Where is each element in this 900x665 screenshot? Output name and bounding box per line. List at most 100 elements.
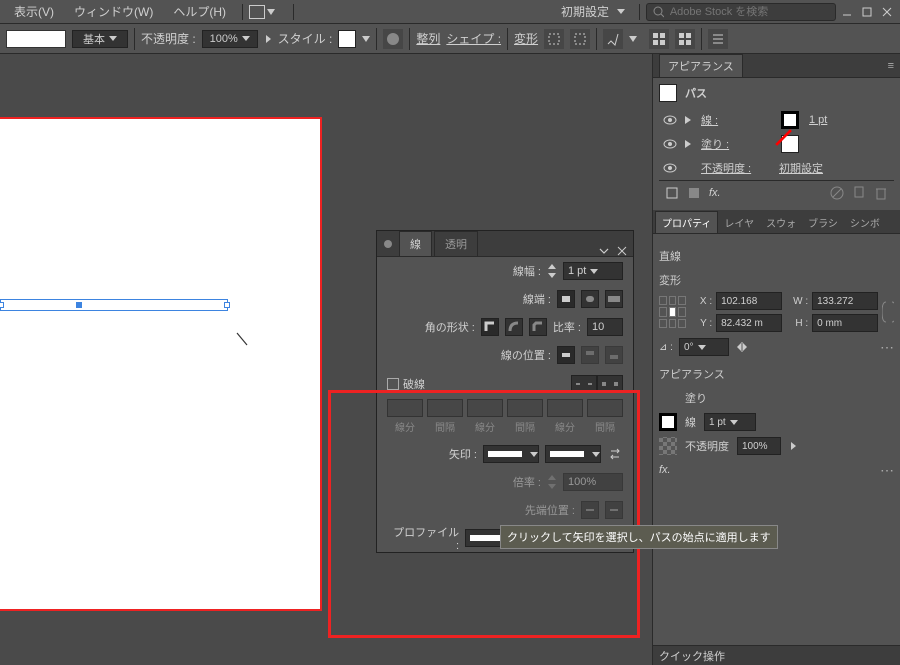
cap-butt-button[interactable] xyxy=(557,290,575,308)
tab-swatches[interactable]: スウォ xyxy=(760,212,802,233)
fill-swatch[interactable] xyxy=(659,389,677,407)
more-options-icon[interactable]: ⋯ xyxy=(880,339,894,356)
chevron-right-icon[interactable] xyxy=(685,140,693,148)
miter-limit-input[interactable]: 10 xyxy=(587,318,623,336)
dash-input[interactable] xyxy=(387,399,423,417)
visibility-toggle[interactable] xyxy=(663,113,677,127)
recolor-button[interactable] xyxy=(383,29,403,49)
join-miter-button[interactable] xyxy=(481,318,499,336)
panel-menu-icon[interactable]: ≡ xyxy=(888,60,894,72)
gap-input[interactable] xyxy=(587,399,623,417)
chevron-right-icon[interactable] xyxy=(789,440,797,452)
fill-color-swatch[interactable] xyxy=(781,135,799,153)
panel-grip-icon[interactable] xyxy=(383,239,393,249)
fill-row-label[interactable]: 塗り : xyxy=(701,136,771,152)
gap-input[interactable] xyxy=(427,399,463,417)
window-maximize[interactable] xyxy=(858,4,876,20)
new-fill-icon[interactable] xyxy=(687,186,701,200)
dash-preserve-exact-button[interactable] xyxy=(571,375,597,393)
panel-menu-icon[interactable] xyxy=(708,29,728,49)
stroke-weight-input[interactable]: 1 pt xyxy=(563,262,623,280)
cap-projecting-button[interactable] xyxy=(605,290,623,308)
isolate-button[interactable] xyxy=(544,29,564,49)
dash-input[interactable] xyxy=(547,399,583,417)
swap-arrows-button[interactable] xyxy=(607,446,623,462)
more-options-icon[interactable]: ⋯ xyxy=(880,462,894,479)
opacity-input[interactable]: 100% xyxy=(737,437,781,455)
collapse-icon[interactable] xyxy=(599,246,609,256)
align-outside-button[interactable] xyxy=(605,346,623,364)
arrange-documents-button[interactable] xyxy=(249,5,265,19)
chevron-right-icon[interactable] xyxy=(685,116,693,124)
join-round-button[interactable] xyxy=(505,318,523,336)
workspace-switcher[interactable]: 初期設定 xyxy=(553,1,633,22)
duplicate-icon[interactable] xyxy=(852,186,866,200)
align-link[interactable]: 整列 xyxy=(416,30,440,47)
selection-bounding-box[interactable] xyxy=(0,299,228,311)
selection-handle[interactable] xyxy=(224,302,230,308)
artboard[interactable] xyxy=(0,119,320,609)
menu-window[interactable]: ウィンドウ(W) xyxy=(64,1,163,22)
tab-layers[interactable]: レイヤ xyxy=(718,212,760,233)
visibility-toggle[interactable] xyxy=(663,137,677,151)
visibility-toggle[interactable] xyxy=(663,161,677,175)
stepper-icon[interactable] xyxy=(547,262,557,280)
chevron-down-icon[interactable] xyxy=(629,35,637,43)
stroke-weight-dropdown[interactable]: 1 pt xyxy=(704,413,756,431)
arrow-end-dropdown[interactable] xyxy=(545,445,601,463)
grid-view-button[interactable] xyxy=(649,29,669,49)
align-center-button[interactable] xyxy=(557,346,575,364)
tab-properties[interactable]: プロパティ xyxy=(655,211,718,233)
transform-y-input[interactable]: 82.432 m xyxy=(716,314,782,332)
menu-help[interactable]: ヘルプ(H) xyxy=(163,1,236,22)
window-close[interactable] xyxy=(878,4,896,20)
trash-icon[interactable] xyxy=(874,186,888,200)
stock-search-box[interactable] xyxy=(646,3,836,21)
list-view-button[interactable] xyxy=(675,29,695,49)
selection-handle[interactable] xyxy=(76,302,82,308)
opacity-row-value[interactable]: 初期設定 xyxy=(779,160,823,176)
transform-link[interactable]: 変形 xyxy=(514,30,538,47)
tab-transparency[interactable]: 透明 xyxy=(434,231,478,256)
fx-button[interactable]: fx. xyxy=(659,464,671,476)
menu-view[interactable]: 表示(V) xyxy=(4,1,64,22)
selection-handle[interactable] xyxy=(0,302,4,308)
clear-icon[interactable] xyxy=(830,186,844,200)
stroke-preset-dropdown[interactable]: 基本 xyxy=(72,30,128,48)
link-wh-icon[interactable] xyxy=(882,298,894,326)
reference-point-widget[interactable] xyxy=(659,296,686,328)
appearance-tab[interactable]: アピアランス xyxy=(659,54,743,77)
chevron-right-icon[interactable] xyxy=(264,33,272,45)
new-stroke-icon[interactable] xyxy=(665,186,679,200)
tab-stroke[interactable]: 線 xyxy=(399,231,432,256)
tab-brushes[interactable]: ブラシ xyxy=(802,212,844,233)
tab-symbols[interactable]: シンボ xyxy=(844,212,886,233)
align-inside-button[interactable] xyxy=(581,346,599,364)
flip-h-icon[interactable] xyxy=(735,340,749,354)
clip-button[interactable] xyxy=(570,29,590,49)
dash-input[interactable] xyxy=(467,399,503,417)
dashed-checkbox[interactable] xyxy=(387,378,399,390)
cap-round-button[interactable] xyxy=(581,290,599,308)
close-icon[interactable] xyxy=(617,246,627,256)
stroke-color-swatch[interactable] xyxy=(781,111,799,129)
stock-search-input[interactable] xyxy=(670,6,829,18)
dash-align-corners-button[interactable] xyxy=(597,375,623,393)
join-bevel-button[interactable] xyxy=(529,318,547,336)
transform-x-input[interactable]: 102.168 xyxy=(716,292,782,310)
gap-input[interactable] xyxy=(507,399,543,417)
transform-w-input[interactable]: 133.272 xyxy=(812,292,878,310)
chevron-down-icon[interactable] xyxy=(362,35,370,43)
stroke-swatch[interactable] xyxy=(659,413,677,431)
rotate-input[interactable]: 0° xyxy=(679,338,729,356)
edit-button[interactable] xyxy=(603,29,623,49)
arrow-start-dropdown[interactable] xyxy=(483,445,539,463)
shape-link[interactable]: シェイプ : xyxy=(446,30,501,47)
opacity-swatch[interactable] xyxy=(659,437,677,455)
opacity-row-label[interactable]: 不透明度 : xyxy=(701,160,771,176)
transform-h-input[interactable]: 0 mm xyxy=(812,314,878,332)
fx-button[interactable]: fx. xyxy=(709,187,721,199)
opacity-dropdown[interactable]: 100% xyxy=(202,30,258,48)
style-swatch[interactable] xyxy=(338,30,356,48)
window-minimize[interactable] xyxy=(838,4,856,20)
